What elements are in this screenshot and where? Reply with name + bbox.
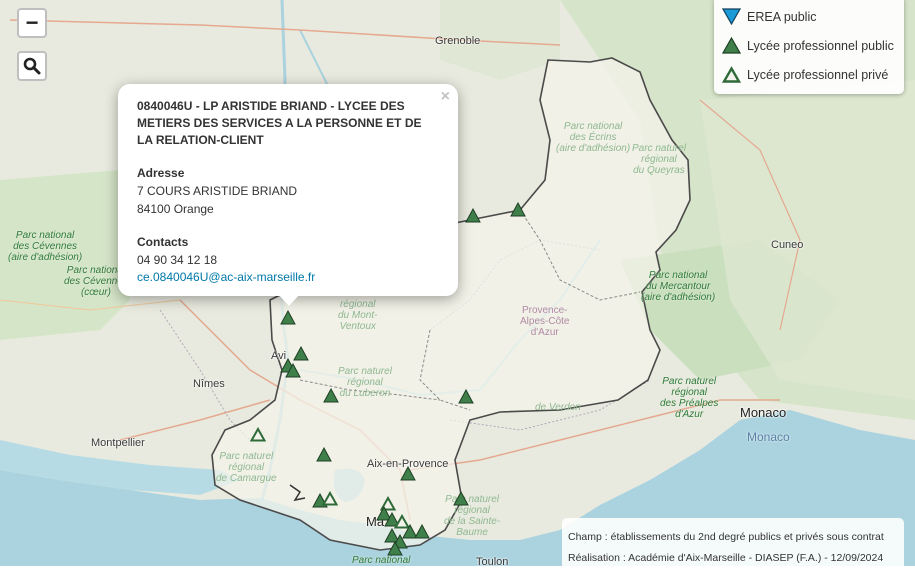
popup-title: 0840046U - LP ARISTIDE BRIAND - LYCEE DE… bbox=[137, 99, 422, 147]
school-marker-public[interactable] bbox=[510, 202, 526, 217]
legend-label: Lycée professionnel public bbox=[747, 38, 894, 53]
zoom-out-label: − bbox=[25, 10, 39, 35]
school-marker-public[interactable] bbox=[400, 466, 416, 481]
popup-tip bbox=[278, 294, 300, 306]
school-marker-public[interactable] bbox=[465, 208, 481, 223]
address-heading: Adresse bbox=[137, 166, 185, 180]
zoom-out-button[interactable]: − bbox=[17, 8, 47, 38]
search-button[interactable] bbox=[17, 51, 47, 81]
triangle-down-blue-icon bbox=[722, 8, 741, 25]
address-line-2: 84100 Orange bbox=[137, 202, 214, 216]
school-marker-public[interactable] bbox=[458, 389, 474, 404]
school-marker-public[interactable] bbox=[387, 541, 403, 556]
map-attribution: Champ : établissements du 2nd degré publ… bbox=[562, 518, 904, 566]
school-marker-public[interactable] bbox=[414, 524, 430, 539]
legend-label: EREA public bbox=[747, 9, 817, 24]
school-info-popup: × 0840046U - LP ARISTIDE BRIAND - LYCEE … bbox=[118, 84, 458, 296]
contacts-heading: Contacts bbox=[137, 235, 189, 249]
legend-item-lp-prive: Lycée professionnel privé bbox=[722, 60, 896, 89]
school-marker-public[interactable] bbox=[453, 491, 469, 506]
legend-item-erea: EREA public bbox=[722, 2, 896, 31]
school-marker-private[interactable] bbox=[322, 491, 338, 506]
legend-panel: EREA public Lycée professionnel public L… bbox=[714, 0, 904, 94]
school-marker-private[interactable] bbox=[250, 427, 266, 442]
email-link[interactable]: ce.0840046U@ac-aix-marseille.fr bbox=[137, 270, 315, 284]
attribution-scope: Champ : établissements du 2nd degré publ… bbox=[568, 531, 884, 543]
school-marker-public[interactable] bbox=[323, 388, 339, 403]
address-line-1: 7 COURS ARISTIDE BRIAND bbox=[137, 184, 298, 198]
school-marker-public-selected[interactable] bbox=[280, 310, 296, 325]
school-marker-public[interactable] bbox=[316, 447, 332, 462]
popup-close-button[interactable]: × bbox=[441, 88, 450, 106]
triangle-green-filled-icon bbox=[722, 37, 741, 54]
school-marker-public[interactable] bbox=[285, 363, 301, 378]
magnifier-icon bbox=[23, 57, 41, 75]
legend-label: Lycée professionnel privé bbox=[747, 67, 889, 82]
phone-number: 04 90 34 12 18 bbox=[137, 253, 218, 267]
triangle-green-outline-icon bbox=[722, 66, 741, 83]
legend-item-lp-public: Lycée professionnel public bbox=[722, 31, 896, 60]
